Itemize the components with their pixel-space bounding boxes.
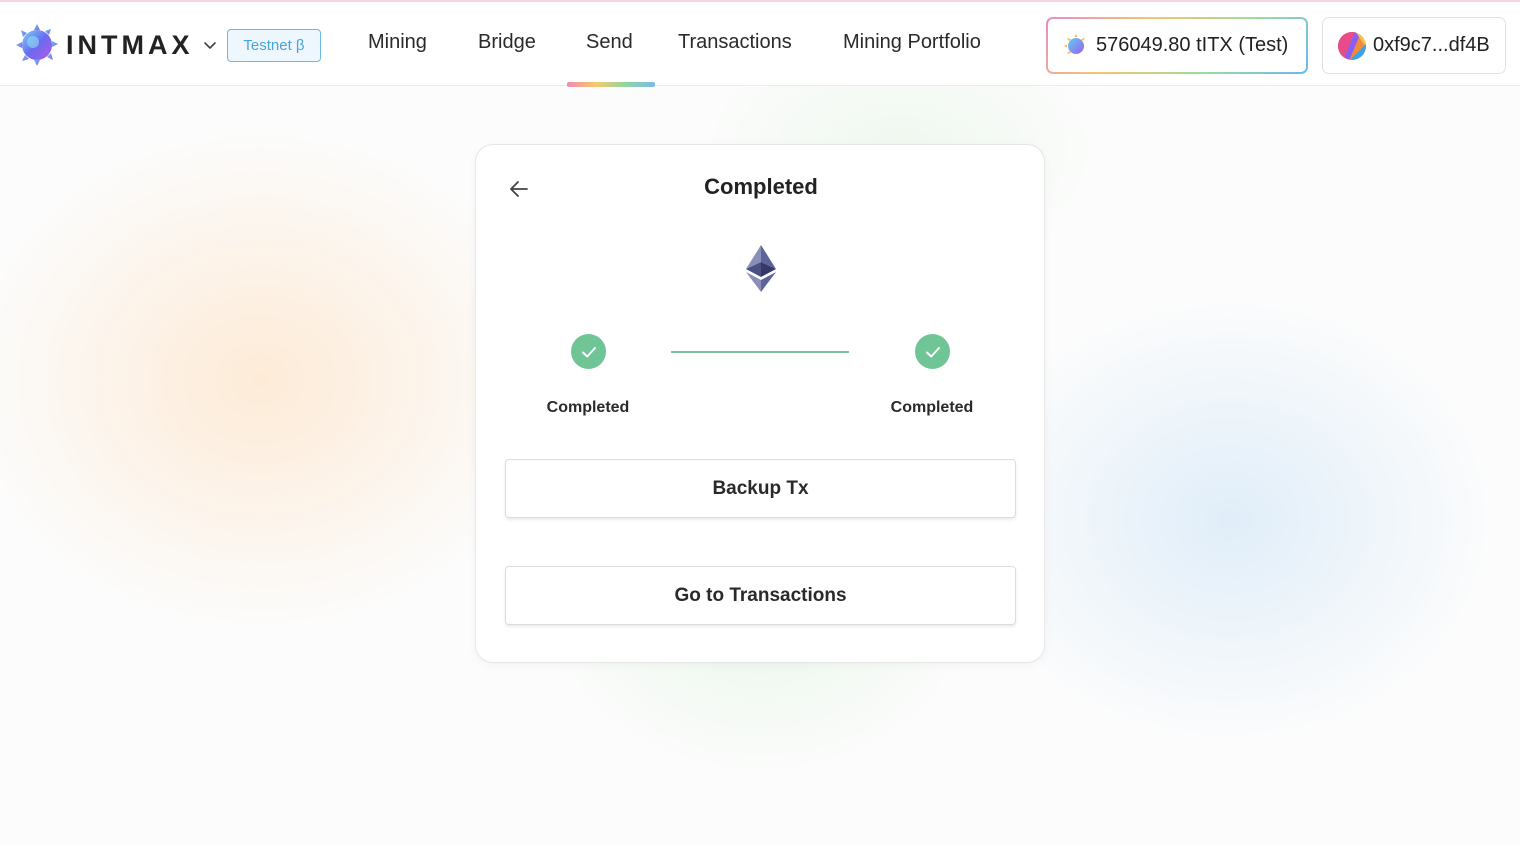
balance-inner: 576049.80 tITX (Test) [1048, 19, 1306, 72]
nav-item-send[interactable]: Send [586, 31, 633, 59]
logo-text: INTMAX [66, 29, 194, 60]
checkmark-icon [925, 346, 940, 357]
step-2-label: Completed [890, 399, 974, 416]
checkmark-icon [581, 346, 596, 357]
step-2-check-icon [915, 334, 950, 369]
chevron-down-icon [203, 42, 216, 49]
step-1-check-icon [571, 334, 606, 369]
balance-text: 576049.80 tITX (Test) [1096, 34, 1289, 56]
wallet-address: 0xf9c7...df4B [1373, 34, 1490, 56]
token-icon [1064, 33, 1085, 54]
nav-item-mining-portfolio[interactable]: Mining Portfolio [843, 31, 981, 59]
avatar [1338, 31, 1366, 60]
balance-button[interactable]: 576049.80 tITX (Test) [1046, 17, 1308, 74]
step-1-label: Completed [546, 399, 630, 416]
network-badge: Testnet β [227, 29, 321, 62]
active-nav-indicator [567, 82, 655, 87]
backup-tx-button[interactable]: Backup Tx [505, 459, 1016, 518]
brand-logo[interactable]: INTMAX [16, 24, 218, 66]
card-title: Completed [704, 174, 818, 199]
ethereum-icon [746, 245, 776, 292]
step-connector [671, 351, 849, 353]
intmax-logo-icon [16, 24, 58, 66]
wallet-address-button[interactable]: 0xf9c7...df4B [1322, 17, 1506, 74]
nav-item-mining[interactable]: Mining [368, 31, 427, 59]
go-to-transactions-button[interactable]: Go to Transactions [505, 566, 1016, 625]
nav-item-bridge[interactable]: Bridge [478, 31, 536, 59]
transaction-status-card: Completed Completed Completed Backup Tx … [475, 144, 1045, 663]
nav-item-transactions[interactable]: Transactions [678, 31, 792, 59]
top-navbar: INTMAX Testnet β Mining Bridge Send Tran… [0, 0, 1520, 87]
